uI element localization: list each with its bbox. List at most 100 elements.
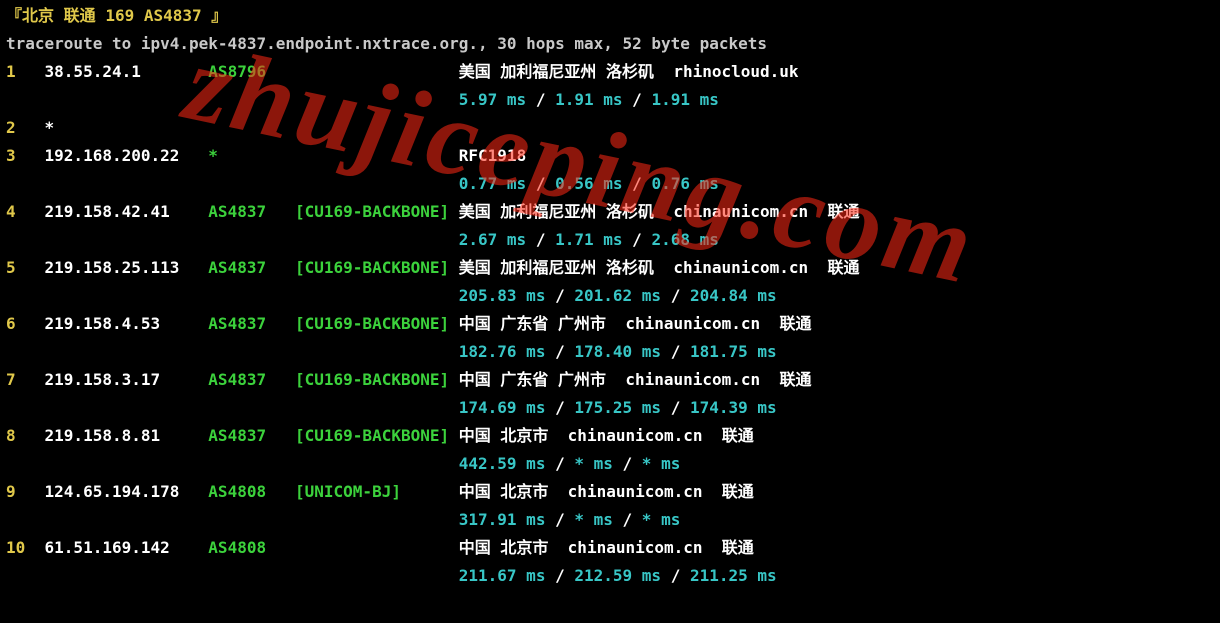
rtt-value: 174.69 ms bbox=[459, 398, 546, 417]
hop-number: 10 bbox=[6, 538, 45, 557]
hop-rtt-line: 317.91 ms / * ms / * ms bbox=[6, 506, 1214, 534]
rtt-value: * ms bbox=[642, 454, 681, 473]
hop-carrier: 联通 bbox=[722, 426, 754, 445]
hop-ip: 124.65.194.178 bbox=[45, 482, 209, 501]
hop-location: 中国 广东省 广州市 bbox=[459, 370, 606, 389]
rtt-value: 0.76 ms bbox=[651, 174, 718, 193]
hop-carrier: 联通 bbox=[827, 258, 859, 277]
hop-location: 美国 加利福尼亚州 洛杉矶 bbox=[459, 62, 654, 81]
hop-location: RFC1918 bbox=[459, 146, 526, 165]
hop-hostname: chinaunicom.cn bbox=[625, 370, 760, 389]
hop-line: 7 219.158.3.17 AS4837 [CU169-BACKBONE] 中… bbox=[6, 366, 1214, 394]
hop-ip: 192.168.200.22 bbox=[45, 146, 209, 165]
rtt-value: 182.76 ms bbox=[459, 342, 546, 361]
hop-number: 6 bbox=[6, 314, 45, 333]
hop-rtt-line: 174.69 ms / 175.25 ms / 174.39 ms bbox=[6, 394, 1214, 422]
rtt-value: 178.40 ms bbox=[574, 342, 661, 361]
rtt-value: 181.75 ms bbox=[690, 342, 777, 361]
hop-carrier: 联通 bbox=[722, 538, 754, 557]
hop-number: 8 bbox=[6, 426, 45, 445]
hop-tag: [CU169-BACKBONE] bbox=[295, 314, 459, 333]
hop-number: 5 bbox=[6, 258, 45, 277]
rtt-value: 442.59 ms bbox=[459, 454, 546, 473]
hop-rtt-line: 0.77 ms / 0.56 ms / 0.76 ms bbox=[6, 170, 1214, 198]
hop-rtt-line: 442.59 ms / * ms / * ms bbox=[6, 450, 1214, 478]
hop-tag: [CU169-BACKBONE] bbox=[295, 202, 459, 221]
rtt-value: 1.91 ms bbox=[651, 90, 718, 109]
hop-ip: 219.158.42.41 bbox=[45, 202, 209, 221]
hop-location: 中国 北京市 bbox=[459, 482, 549, 501]
hop-rtt-line: 182.76 ms / 178.40 ms / 181.75 ms bbox=[6, 338, 1214, 366]
rtt-value: 2.68 ms bbox=[651, 230, 718, 249]
hop-ip: * bbox=[45, 118, 209, 137]
hop-hostname: chinaunicom.cn bbox=[568, 482, 703, 501]
hop-line: 6 219.158.4.53 AS4837 [CU169-BACKBONE] 中… bbox=[6, 310, 1214, 338]
rtt-value: 1.71 ms bbox=[555, 230, 622, 249]
hop-location: 中国 北京市 bbox=[459, 426, 549, 445]
hop-ip: 219.158.3.17 bbox=[45, 370, 209, 389]
hop-number: 9 bbox=[6, 482, 45, 501]
hop-ip: 61.51.169.142 bbox=[45, 538, 209, 557]
rtt-value: 211.67 ms bbox=[459, 566, 546, 585]
hop-line: 9 124.65.194.178 AS4808 [UNICOM-BJ] 中国 北… bbox=[6, 478, 1214, 506]
hop-ip: 38.55.24.1 bbox=[45, 62, 209, 81]
hop-number: 2 bbox=[6, 118, 45, 137]
hop-hostname: chinaunicom.cn bbox=[673, 258, 808, 277]
rtt-value: 205.83 ms bbox=[459, 286, 546, 305]
rtt-value: 0.56 ms bbox=[555, 174, 622, 193]
hop-line: 10 61.51.169.142 AS4808 中国 北京市 chinaunic… bbox=[6, 534, 1214, 562]
rtt-value: 212.59 ms bbox=[574, 566, 661, 585]
hop-tag: [CU169-BACKBONE] bbox=[295, 426, 459, 445]
hop-line: 5 219.158.25.113 AS4837 [CU169-BACKBONE]… bbox=[6, 254, 1214, 282]
hop-hostname: chinaunicom.cn bbox=[673, 202, 808, 221]
hop-rtt-line: 2.67 ms / 1.71 ms / 2.68 ms bbox=[6, 226, 1214, 254]
hop-location: 中国 广东省 广州市 bbox=[459, 314, 606, 333]
hop-number: 3 bbox=[6, 146, 45, 165]
hop-tag: [CU169-BACKBONE] bbox=[295, 258, 459, 277]
hop-location: 美国 加利福尼亚州 洛杉矶 bbox=[459, 202, 654, 221]
hop-asn: AS4837 bbox=[208, 202, 295, 221]
hop-ip: 219.158.25.113 bbox=[45, 258, 209, 277]
hop-asn: AS4837 bbox=[208, 370, 295, 389]
hop-line: 4 219.158.42.41 AS4837 [CU169-BACKBONE] … bbox=[6, 198, 1214, 226]
hop-number: 1 bbox=[6, 62, 45, 81]
rtt-value: 1.91 ms bbox=[555, 90, 622, 109]
hop-list: 1 38.55.24.1 AS8796 美国 加利福尼亚州 洛杉矶 rhinoc… bbox=[6, 58, 1214, 590]
hop-rtt-line: 5.97 ms / 1.91 ms / 1.91 ms bbox=[6, 86, 1214, 114]
hop-ip: 219.158.4.53 bbox=[45, 314, 209, 333]
rtt-value: 201.62 ms bbox=[574, 286, 661, 305]
traceroute-command: traceroute to ipv4.pek-4837.endpoint.nxt… bbox=[6, 30, 1214, 58]
hop-ip: 219.158.8.81 bbox=[45, 426, 209, 445]
hop-tag: [CU169-BACKBONE] bbox=[295, 370, 459, 389]
hop-line: 1 38.55.24.1 AS8796 美国 加利福尼亚州 洛杉矶 rhinoc… bbox=[6, 58, 1214, 86]
hop-line: 3 192.168.200.22 * RFC1918 bbox=[6, 142, 1214, 170]
hop-carrier: 联通 bbox=[722, 482, 754, 501]
rtt-value: * ms bbox=[574, 510, 613, 529]
rtt-value: 0.77 ms bbox=[459, 174, 526, 193]
hop-location: 美国 加利福尼亚州 洛杉矶 bbox=[459, 258, 654, 277]
hop-line: 2 * bbox=[6, 114, 1214, 142]
rtt-value: * ms bbox=[574, 454, 613, 473]
rtt-value: 204.84 ms bbox=[690, 286, 777, 305]
route-header: 『北京 联通 169 AS4837 』 bbox=[6, 2, 1214, 30]
hop-line: 8 219.158.8.81 AS4837 [CU169-BACKBONE] 中… bbox=[6, 422, 1214, 450]
hop-number: 4 bbox=[6, 202, 45, 221]
hop-number: 7 bbox=[6, 370, 45, 389]
rtt-value: 2.67 ms bbox=[459, 230, 526, 249]
hop-hostname: chinaunicom.cn bbox=[568, 538, 703, 557]
hop-rtt-line: 211.67 ms / 212.59 ms / 211.25 ms bbox=[6, 562, 1214, 590]
rtt-value: 174.39 ms bbox=[690, 398, 777, 417]
hop-asn: AS8796 bbox=[208, 62, 295, 81]
hop-asn: AS4837 bbox=[208, 258, 295, 277]
rtt-value: 5.97 ms bbox=[459, 90, 526, 109]
hop-carrier: 联通 bbox=[827, 202, 859, 221]
hop-carrier: 联通 bbox=[779, 370, 811, 389]
hop-hostname: chinaunicom.cn bbox=[568, 426, 703, 445]
rtt-value: 317.91 ms bbox=[459, 510, 546, 529]
hop-hostname: chinaunicom.cn bbox=[625, 314, 760, 333]
rtt-value: 175.25 ms bbox=[574, 398, 661, 417]
rtt-value: * ms bbox=[642, 510, 681, 529]
hop-rtt-line: 205.83 ms / 201.62 ms / 204.84 ms bbox=[6, 282, 1214, 310]
hop-hostname: rhinocloud.uk bbox=[673, 62, 798, 81]
hop-asn: * bbox=[208, 146, 295, 165]
